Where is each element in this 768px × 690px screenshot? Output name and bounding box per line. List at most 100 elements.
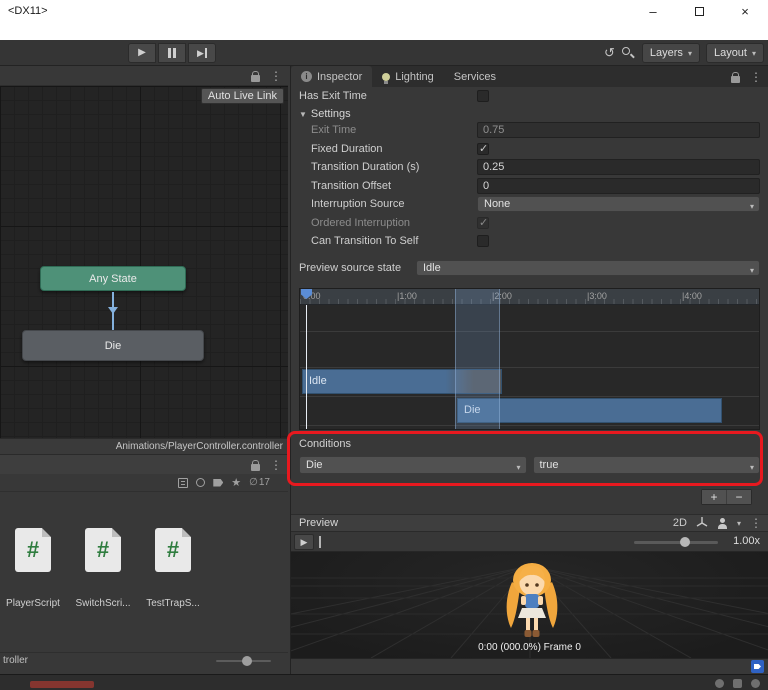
asset-label: PlayerScript: [6, 598, 60, 609]
caret-down-icon: ▾: [751, 48, 756, 58]
hidden-count-badge[interactable]: ∅ 17: [249, 477, 270, 488]
settings-label: Settings: [310, 108, 351, 120]
transition-duration-field[interactable]: 0.25: [477, 159, 760, 175]
any-state-node[interactable]: Any State: [40, 266, 186, 291]
filter-by-type-icon[interactable]: [196, 478, 206, 487]
die-state-node[interactable]: Die: [22, 330, 204, 361]
tab-services[interactable]: Services: [444, 66, 506, 87]
exit-time-label: Exit Time: [311, 124, 357, 136]
layout-label: Layout: [713, 47, 747, 59]
animator-graph[interactable]: Auto Live Link Any State Die: [0, 86, 288, 438]
preview-play-button[interactable]: ▶: [294, 534, 314, 550]
transition-offset-field[interactable]: 0: [477, 178, 760, 194]
transition-region[interactable]: [455, 289, 500, 429]
preview-header[interactable]: Preview 2D ▾ ⋮: [291, 514, 768, 532]
can-transition-to-self-checkbox[interactable]: ✓: [477, 235, 489, 247]
kebab-menu-icon[interactable]: ⋮: [270, 70, 282, 82]
close-button[interactable]: ×: [722, 0, 768, 22]
titlebar: <DX11> – ×: [0, 0, 768, 40]
kebab-menu-icon[interactable]: ⋮: [750, 517, 762, 529]
preview-source-label: Preview source state: [299, 262, 402, 274]
condition-value-dropdown[interactable]: true ▾: [532, 456, 760, 474]
asset-item[interactable]: # TestTrapS...: [142, 528, 204, 609]
condition-parameter-dropdown[interactable]: Die ▾: [299, 456, 527, 474]
preview-source-dropdown[interactable]: Idle ▾: [416, 260, 760, 276]
script-icon: #: [85, 528, 121, 572]
search-icon[interactable]: [621, 46, 636, 61]
lock-icon[interactable]: [251, 70, 260, 82]
remove-condition-button[interactable]: −: [727, 490, 751, 504]
preview-scrub-handle[interactable]: [319, 536, 321, 548]
asset-scale-slider[interactable]: [216, 656, 271, 666]
editor-toolbar: ▶ ▶ ↺ Layers ▾ Layout ▾: [0, 40, 768, 66]
kebab-menu-icon[interactable]: ⋮: [750, 71, 762, 83]
play-icon: ▶: [300, 536, 308, 547]
status-icon[interactable]: [715, 679, 724, 688]
minimize-button[interactable]: –: [630, 0, 676, 22]
console-error-indicator[interactable]: [30, 681, 94, 688]
timeline-tick: |1:00: [397, 291, 417, 301]
asset-label-icon[interactable]: [751, 660, 764, 673]
step-button[interactable]: ▶: [188, 43, 216, 63]
ordered-interruption-checkbox[interactable]: ✓: [477, 217, 489, 229]
pause-button[interactable]: [158, 43, 186, 63]
preview-2d-toggle[interactable]: 2D: [673, 517, 687, 529]
search-options-icon[interactable]: [178, 477, 189, 488]
tab-lighting-label: Lighting: [395, 70, 434, 83]
timeline-tick: |4:00: [682, 291, 702, 301]
fixed-duration-checkbox[interactable]: ✓: [477, 143, 489, 155]
script-icon: #: [15, 528, 51, 572]
tab-services-label: Services: [453, 70, 496, 83]
preview-viewport[interactable]: 0:00 (000.0%) Frame 0: [291, 552, 768, 658]
info-icon: i: [301, 71, 312, 82]
transition-offset-label: Transition Offset: [311, 180, 392, 192]
caret-down-icon: ▾: [749, 266, 754, 275]
undo-history-icon[interactable]: ↺: [604, 43, 615, 63]
preview-speed-handle[interactable]: [680, 537, 690, 547]
preview-speed-slider[interactable]: [634, 537, 718, 547]
lock-icon[interactable]: [251, 459, 260, 471]
preview-speed-value: 1.00x: [733, 535, 760, 547]
favorites-icon[interactable]: ★: [231, 476, 241, 489]
foldout-icon: ▼: [299, 109, 307, 119]
kebab-menu-icon[interactable]: ⋮: [270, 459, 282, 471]
playhead-line[interactable]: [306, 305, 307, 429]
timeline-body[interactable]: Idle Die: [300, 289, 759, 429]
settings-foldout[interactable]: ▼ Settings: [299, 108, 351, 120]
play-button[interactable]: ▶: [128, 43, 156, 63]
has-exit-time-checkbox[interactable]: ✓: [477, 90, 489, 102]
avatar-preview-icon[interactable]: [717, 517, 728, 529]
asset-scale-handle[interactable]: [242, 656, 252, 666]
add-condition-button[interactable]: +: [702, 490, 726, 504]
animator-header: ⋮: [0, 66, 288, 86]
interruption-source-dropdown[interactable]: None ▾: [477, 196, 760, 212]
transition-timeline[interactable]: 0:00 |1:00 |2:00 |3:00 |4:00 Idle Die: [299, 288, 760, 430]
gizmo-axis-icon[interactable]: [696, 517, 708, 529]
status-icon[interactable]: [733, 679, 742, 688]
project-content[interactable]: # PlayerScript # SwitchScri... # TestTra…: [0, 492, 288, 652]
script-icon: #: [155, 528, 191, 572]
layers-dropdown[interactable]: Layers ▾: [641, 43, 700, 63]
window-controls: – ×: [630, 0, 768, 22]
caret-down-icon[interactable]: ▾: [737, 519, 741, 528]
tab-lighting[interactable]: Lighting: [372, 66, 444, 87]
maximize-button[interactable]: [676, 0, 722, 22]
lightbulb-icon: [382, 72, 391, 84]
interruption-source-label: Interruption Source: [311, 198, 405, 210]
status-bar: [0, 674, 768, 690]
status-icon[interactable]: [751, 679, 760, 688]
lock-icon[interactable]: [731, 71, 740, 83]
exit-time-field[interactable]: 0.75: [477, 122, 760, 138]
caret-down-icon: ▾: [516, 463, 521, 472]
inspector-panel: i Inspector Lighting Services ⋮ Has Exit…: [290, 66, 768, 674]
interruption-source-row: Interruption Source None ▾: [299, 196, 760, 212]
asset-item[interactable]: # SwitchScri...: [72, 528, 134, 609]
timeline-ruler[interactable]: 0:00 |1:00 |2:00 |3:00 |4:00: [300, 289, 759, 305]
tab-inspector[interactable]: i Inspector: [291, 66, 373, 87]
auto-live-link-button[interactable]: Auto Live Link: [200, 88, 284, 104]
transition-arrow[interactable]: [108, 292, 118, 330]
settings-foldout-row: ▼ Settings: [299, 106, 760, 122]
asset-item[interactable]: # PlayerScript: [2, 528, 64, 609]
filter-by-label-icon[interactable]: [213, 478, 224, 487]
layout-dropdown[interactable]: Layout ▾: [705, 43, 764, 63]
